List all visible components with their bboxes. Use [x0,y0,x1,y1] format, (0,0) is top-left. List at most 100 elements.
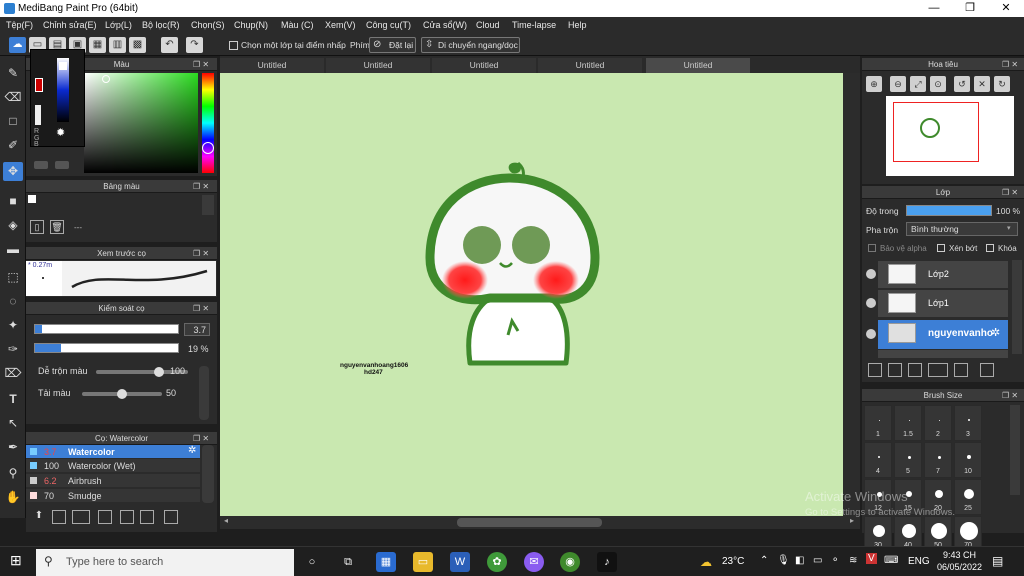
layer-menu-icon[interactable] [928,363,948,377]
zoom-out-icon[interactable]: ⊖ [890,76,906,92]
brush-size-cell[interactable]: 3 [954,405,982,441]
menu-filter[interactable]: Bộ lọc(R) [142,20,180,30]
brush-size-cell[interactable]: 4 [864,442,892,478]
eraser-tool-icon[interactable]: ⌫ [3,88,23,107]
word-icon[interactable]: W [450,552,470,572]
brush-item-watercolor-wet[interactable]: 100 Watercolor (Wet) [26,459,200,472]
fit-icon[interactable]: ⤢ [910,76,926,92]
new-layer-3-icon[interactable] [908,363,922,377]
protect-alpha-checkbox[interactable] [868,244,876,252]
brush-item-smudge[interactable]: 70 Smudge [26,489,200,502]
file-explorer-icon[interactable]: ▭ [413,552,433,572]
amount-slider-knob[interactable] [117,389,127,399]
reset-rotation-icon[interactable]: ✕ [974,76,990,92]
brush-copy-icon[interactable] [120,510,134,524]
brush-size-cell[interactable]: 2 [924,405,952,441]
foreground-swatch[interactable] [35,78,43,92]
store-icon[interactable]: ▦ [376,552,396,572]
redo-icon[interactable]: ↷ [186,37,203,53]
select-rect-tool-icon[interactable]: ⬚ [3,268,23,287]
layer-opacity-slider[interactable] [906,205,992,216]
menu-file[interactable]: Tệp(F) [6,20,33,30]
delete-palette-icon[interactable]: 🗑 [50,220,64,234]
reset-button[interactable]: ⊘ Đặt lại [369,37,416,53]
windows-start-icon[interactable]: ⊞ [10,552,22,569]
blend-mode-select[interactable]: Bình thường ▾ [906,222,1018,236]
select-eraser-tool-icon[interactable]: ⌦ [3,364,23,383]
cortana-icon[interactable]: ○ [302,552,322,572]
zoom-in-icon[interactable]: ⊕ [866,76,882,92]
brush-control-scrollbar[interactable] [199,366,209,420]
menu-capture[interactable]: Chụp(N) [234,20,268,30]
clipping-checkbox[interactable] [937,244,945,252]
rotate-right-icon[interactable]: ↻ [994,76,1010,92]
notification-icon[interactable]: ▤ [992,554,1003,568]
hue-slider[interactable] [202,73,214,173]
brush-size-cell[interactable]: 10 [954,442,982,478]
fill-rect-tool-icon[interactable]: ■ [3,192,23,211]
navigator-preview[interactable] [886,96,1014,176]
brush-menu-icon[interactable] [72,510,90,524]
rotate-left-icon[interactable]: ↺ [954,76,970,92]
language-indicator[interactable]: ENG [908,556,930,567]
app-green-icon[interactable]: ✿ [487,552,507,572]
hue-cursor[interactable] [202,142,214,154]
tab-untitled-2[interactable]: Untitled [326,58,430,73]
tab-untitled-1[interactable]: Untitled [220,58,324,73]
tiktok-icon[interactable]: ♪ [597,552,617,572]
menu-timelapse[interactable]: Time-lapse [512,20,556,30]
new-layer-icon[interactable] [868,363,882,377]
eyedropper-tool-icon[interactable]: ⚲ [3,464,23,483]
brush-item-watercolor[interactable]: 3.7 Watercolor ✲ [26,445,200,458]
gear-icon[interactable]: ✲ [188,445,196,456]
taskbar-search-box[interactable]: ⚲ Type here to search [36,549,294,576]
hand-tool-icon[interactable]: ✋ [3,488,23,507]
palette-scrollbar[interactable] [202,195,214,215]
cloud-icon[interactable]: ☁ [9,37,26,53]
mic-icon[interactable]: 🎙 [777,555,790,566]
text-tool-icon[interactable]: T [3,390,23,409]
gradient-tool-icon[interactable]: ▬ [3,240,23,259]
brush-size-slider[interactable] [34,324,179,334]
tray-app-icon[interactable]: ◧ [795,555,804,566]
color-option-button-1[interactable] [34,161,48,169]
layer-item-lop2[interactable]: Lớp2 [878,261,1008,288]
select-pen-tool-icon[interactable]: ✑ [3,340,23,359]
vivaldi-icon[interactable]: V [866,553,877,564]
clock-date[interactable]: 06/05/2022 [937,562,982,572]
tab-untitled-4[interactable]: Untitled [538,58,642,73]
color-option-button-2[interactable] [55,161,69,169]
shape-tool-icon[interactable]: □ [3,112,23,131]
menu-tools[interactable]: Công cụ(T) [366,20,411,30]
brush-list-scrollbar[interactable] [202,445,214,503]
eye-icon[interactable] [866,298,876,308]
blend-slider-knob[interactable] [154,367,164,377]
keyboard-icon[interactable]: ⌨ [884,555,898,566]
tray-chevron-icon[interactable]: ⌃ [760,555,768,566]
tab-untitled-3[interactable]: Untitled [432,58,536,73]
new-layer-2-icon[interactable] [888,363,902,377]
brightness-knob[interactable] [59,62,67,70]
palette-swatch[interactable] [28,195,36,203]
brush-size-cell[interactable]: 1 [864,405,892,441]
menu-select[interactable]: Chọn(S) [191,20,225,30]
menu-edit[interactable]: Chỉnh sửa(E) [43,20,97,30]
menu-cloud[interactable]: Cloud [476,20,500,30]
tile-icon[interactable]: ▩ [129,37,146,53]
saturation-value-picker[interactable] [84,73,198,173]
bucket-tool-icon[interactable]: ◈ [3,216,23,235]
brush-duplicate-icon[interactable] [140,510,154,524]
background-swatch[interactable] [35,105,41,125]
brush-size-value[interactable]: 3.7 [184,323,210,336]
brush-size-cell[interactable]: 1.5 [894,405,922,441]
add-brush-icon[interactable]: ⬆ [32,510,46,524]
add-palette-icon[interactable]: ▯ [30,220,44,234]
layer-scrollbar[interactable] [1012,260,1022,354]
delete-brush-icon[interactable] [164,510,178,524]
minimize-button[interactable]: — [918,0,950,17]
task-view-icon[interactable]: ⧉ [338,552,358,572]
lasso-tool-icon[interactable]: ◌ [3,292,23,311]
brush-size-scrollbar[interactable] [1010,405,1020,495]
dropper-tool-icon[interactable]: ✒ [3,438,23,457]
messenger-icon[interactable]: ✉ [524,552,544,572]
